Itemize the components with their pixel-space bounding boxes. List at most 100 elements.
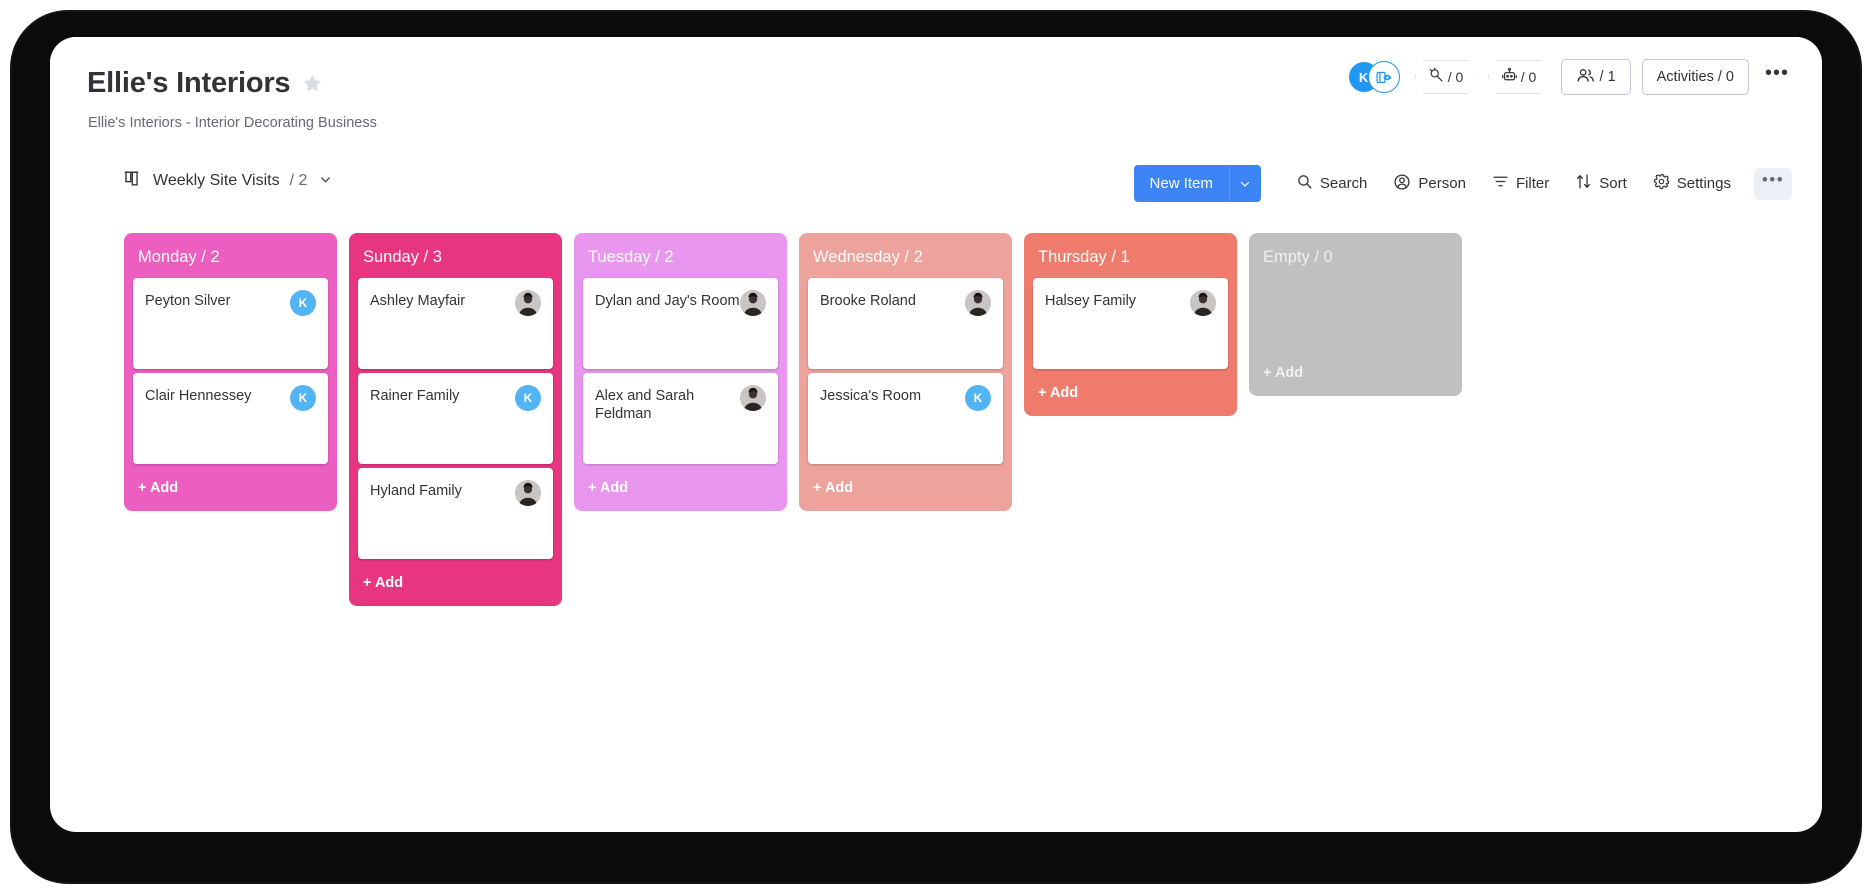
add-item-button[interactable]: + Add	[1024, 373, 1237, 416]
card-avatar-photo[interactable]	[740, 290, 766, 316]
new-item-button[interactable]: New Item	[1133, 165, 1229, 202]
column-header: Thursday / 1	[1038, 248, 1130, 266]
header-actions: K / 0 / 0 / 1 Activities / 0 •••	[1348, 59, 1794, 95]
column-header: Tuesday / 2	[588, 248, 674, 266]
add-item-button[interactable]: + Add	[799, 468, 1012, 511]
add-item-button[interactable]: + Add	[1249, 278, 1462, 396]
board-view-icon	[124, 169, 143, 193]
kanban-card[interactable]: Clair Hennessey K	[133, 373, 328, 464]
kanban-card[interactable]: Dylan and Jay's Room	[583, 278, 778, 369]
column-header: Sunday / 3	[363, 248, 442, 266]
people-icon	[1576, 66, 1595, 89]
card-avatar-initial[interactable]: K	[290, 290, 316, 316]
new-item-dropdown-icon[interactable]	[1228, 165, 1261, 202]
integrations-count: / 0	[1520, 69, 1537, 85]
members-count: / 1	[1599, 69, 1616, 85]
chevron-down-icon[interactable]	[319, 173, 332, 189]
view-selector[interactable]: Weekly Site Visits / 2	[124, 169, 332, 193]
sort-button[interactable]: Sort	[1562, 166, 1640, 202]
kanban-column-sunday: Sunday / 3 Ashley Mayfair Rainer Family K Hy…	[349, 233, 562, 606]
kanban-card[interactable]: Jessica's Room K	[808, 373, 1003, 464]
kanban-card[interactable]: Halsey Family	[1033, 278, 1228, 369]
kanban-card[interactable]: Brooke Roland	[808, 278, 1003, 369]
kanban-column-empty: Empty / 0 + Add	[1249, 233, 1462, 396]
board-header: Ellie's Interiors Ellie's Interiors - In…	[50, 37, 1822, 162]
column-card-list: Ashley Mayfair Rainer Family K Hyland Famil…	[349, 278, 562, 559]
members-button[interactable]: / 1	[1560, 59, 1631, 95]
settings-label: Settings	[1676, 175, 1731, 192]
column-header: Monday / 2	[138, 248, 220, 266]
card-title: Alex and Sarah Feldman	[595, 388, 695, 423]
card-title: Halsey Family	[1045, 293, 1137, 309]
card-title: Ashley Mayfair	[370, 293, 466, 309]
add-item-button[interactable]: + Add	[574, 468, 787, 511]
device-frame: Ellie's Interiors Ellie's Interiors - In…	[12, 12, 1860, 882]
kanban-column-thursday: Thursday / 1 Halsey Family + Add	[1024, 233, 1237, 416]
person-label: Person	[1418, 175, 1466, 192]
view-count: / 2	[289, 172, 308, 189]
kanban-column-wednesday: Wednesday / 2 Brooke Roland Jessica's Room…	[799, 233, 1012, 511]
header-more-button[interactable]: •••	[1760, 60, 1794, 94]
card-avatar-initial[interactable]: K	[290, 385, 316, 411]
gear-icon	[1653, 173, 1670, 194]
card-title: Brooke Roland	[820, 293, 916, 309]
filter-label: Filter	[1515, 175, 1550, 192]
avatar-group[interactable]: K	[1348, 61, 1400, 93]
automations-count: / 0	[1447, 69, 1464, 85]
column-card-list: Peyton Silver K Clair Hennessey K	[124, 278, 337, 464]
activities-label: Activities / 0	[1656, 69, 1734, 85]
sort-label: Sort	[1599, 175, 1627, 192]
kanban-card[interactable]: Alex and Sarah Feldman	[583, 373, 778, 464]
column-card-list: Brooke Roland Jessica's Room K	[799, 278, 1012, 464]
kanban-card[interactable]: Hyland Family	[358, 468, 553, 559]
new-item-group: New Item	[1133, 165, 1261, 202]
page-title: Ellie's Interiors	[87, 67, 291, 99]
person-icon	[1393, 173, 1411, 195]
card-title: Dylan and Jay's Room	[595, 293, 740, 309]
add-item-button[interactable]: + Add	[349, 563, 562, 606]
column-card-list: Halsey Family	[1024, 278, 1237, 369]
filter-icon	[1492, 173, 1509, 194]
kanban-board: Monday / 2 Peyton Silver K Clair Hennessey K…	[50, 215, 1822, 832]
kanban-column-monday: Monday / 2 Peyton Silver K Clair Hennessey K…	[124, 233, 337, 511]
board-toolbar: Weekly Site Visits / 2 New Item Search P…	[50, 159, 1822, 215]
column-header: Wednesday / 2	[813, 248, 923, 266]
card-avatar-photo[interactable]	[965, 290, 991, 316]
card-avatar-photo[interactable]	[1190, 290, 1216, 316]
card-title: Hyland Family	[370, 483, 462, 499]
card-avatar-photo[interactable]	[515, 290, 541, 316]
automations-button[interactable]: / 0	[1415, 60, 1477, 94]
app-screen: Ellie's Interiors Ellie's Interiors - In…	[50, 37, 1822, 832]
search-label: Search	[1319, 175, 1368, 192]
column-card-list: Dylan and Jay's Room Alex and Sarah Feldm…	[574, 278, 787, 464]
kanban-card[interactable]: Rainer Family K	[358, 373, 553, 464]
toolbar-actions: New Item Search Person Filter Sort Setti…	[1133, 165, 1792, 202]
board-subtitle: Ellie's Interiors - Interior Decorating …	[88, 115, 377, 131]
column-header: Empty / 0	[1263, 248, 1333, 266]
card-avatar-photo[interactable]	[515, 480, 541, 506]
card-avatar-initial[interactable]: K	[515, 385, 541, 411]
search-button[interactable]: Search	[1283, 166, 1381, 202]
kanban-card[interactable]: Ashley Mayfair	[358, 278, 553, 369]
kanban-card[interactable]: Peyton Silver K	[133, 278, 328, 369]
card-avatar-initial[interactable]: K	[965, 385, 991, 411]
filter-button[interactable]: Filter	[1479, 166, 1562, 202]
automation-icon	[1428, 67, 1445, 87]
title-row: Ellie's Interiors	[87, 67, 323, 100]
invite-members-icon[interactable]	[1367, 61, 1400, 93]
card-title: Clair Hennessey	[145, 388, 252, 404]
card-avatar-photo[interactable]	[740, 385, 766, 411]
settings-button[interactable]: Settings	[1640, 166, 1744, 202]
add-item-button[interactable]: + Add	[124, 468, 337, 511]
search-icon	[1296, 173, 1313, 194]
integrations-button[interactable]: / 0	[1488, 60, 1550, 94]
card-title: Jessica's Room	[820, 388, 922, 404]
card-title: Peyton Silver	[145, 293, 231, 309]
person-button[interactable]: Person	[1380, 166, 1479, 202]
star-icon[interactable]	[302, 73, 323, 94]
toolbar-more-button[interactable]: •••	[1754, 167, 1792, 200]
activities-button[interactable]: Activities / 0	[1641, 59, 1749, 95]
card-title: Rainer Family	[370, 388, 460, 404]
kanban-column-tuesday: Tuesday / 2 Dylan and Jay's Room Alex and …	[574, 233, 787, 511]
view-name: Weekly Site Visits	[153, 172, 280, 189]
